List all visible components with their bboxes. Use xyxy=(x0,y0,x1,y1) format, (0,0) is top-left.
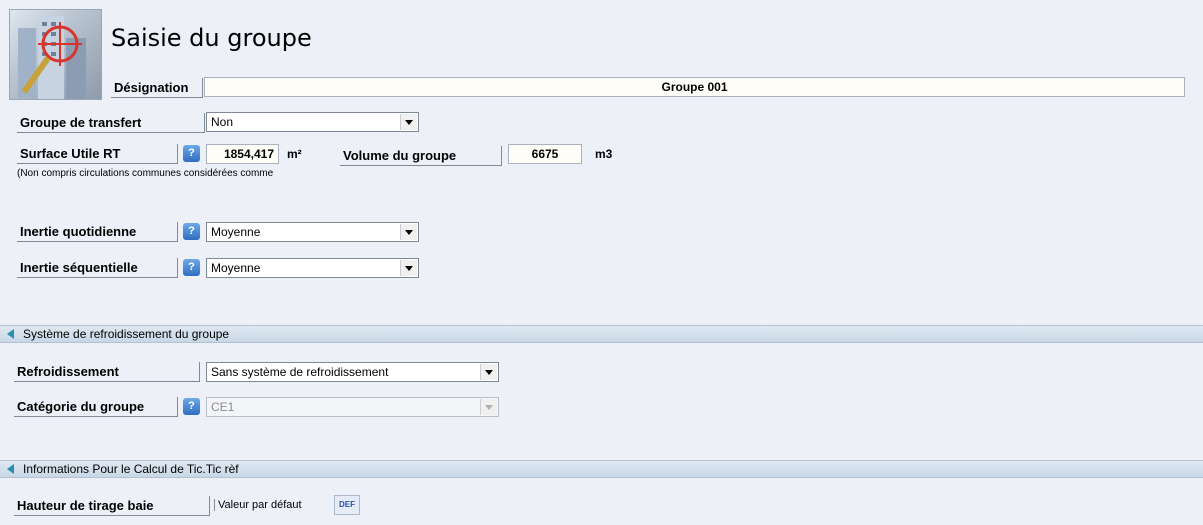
refroidissement-value: Sans système de refroidissement xyxy=(211,365,389,379)
inertie-quotidienne-select[interactable]: Moyenne xyxy=(206,222,419,242)
groupe-transfert-label: Groupe de transfert xyxy=(17,113,205,133)
refroidissement-select[interactable]: Sans système de refroidissement xyxy=(206,362,499,382)
chevron-down-icon[interactable] xyxy=(400,224,417,240)
surface-unit: m² xyxy=(287,147,302,161)
collapse-arrow-icon[interactable] xyxy=(7,464,14,474)
page-title: Saisie du groupe xyxy=(111,24,312,52)
inertie-sequentielle-value: Moyenne xyxy=(211,261,261,275)
help-icon[interactable]: ? xyxy=(183,145,200,162)
chevron-down-icon[interactable] xyxy=(400,260,417,276)
default-value-button[interactable]: DEF xyxy=(334,495,360,515)
app-logo-icon xyxy=(9,9,102,100)
volume-label: Volume du groupe xyxy=(340,146,502,166)
hauteur-tirage-value: Valeur par défaut xyxy=(214,499,302,511)
refroidissement-label: Refroidissement xyxy=(14,362,200,382)
chevron-down-icon[interactable] xyxy=(480,364,497,380)
inertie-quotidienne-label: Inertie quotidienne xyxy=(17,222,178,242)
inertie-sequentielle-select[interactable]: Moyenne xyxy=(206,258,419,278)
designation-label: Désignation xyxy=(111,78,203,98)
help-icon[interactable]: ? xyxy=(183,223,200,240)
categorie-label: Catégorie du groupe xyxy=(14,397,178,417)
help-icon[interactable]: ? xyxy=(183,259,200,276)
section-header-refroidissement[interactable]: Système de refroidissement du groupe xyxy=(0,325,1203,343)
groupe-transfert-select[interactable]: Non xyxy=(206,112,419,132)
hauteur-tirage-label: Hauteur de tirage baie xyxy=(14,496,210,516)
surface-note: (Non compris circulations communes consi… xyxy=(17,168,274,179)
section-title: Système de refroidissement du groupe xyxy=(23,327,230,341)
chevron-down-icon xyxy=(480,399,497,415)
chevron-down-icon[interactable] xyxy=(400,114,417,130)
inertie-sequentielle-label: Inertie séquentielle xyxy=(17,258,178,278)
inertie-quotidienne-value: Moyenne xyxy=(211,225,261,239)
volume-input[interactable]: 6675 xyxy=(508,144,582,164)
volume-unit: m3 xyxy=(595,147,613,161)
surface-utile-label: Surface Utile RT xyxy=(17,144,178,164)
groupe-transfert-value: Non xyxy=(211,115,234,129)
categorie-select[interactable]: CE1 xyxy=(206,397,499,417)
section-header-tic[interactable]: Informations Pour le Calcul de Tic.Tic r… xyxy=(0,460,1203,478)
help-icon[interactable]: ? xyxy=(183,398,200,415)
designation-input[interactable]: Groupe 001 xyxy=(204,77,1185,97)
collapse-arrow-icon[interactable] xyxy=(7,329,14,339)
categorie-value: CE1 xyxy=(211,400,235,414)
section-title: Informations Pour le Calcul de Tic.Tic r… xyxy=(23,462,239,476)
surface-utile-input[interactable]: 1854,417 xyxy=(206,144,279,164)
